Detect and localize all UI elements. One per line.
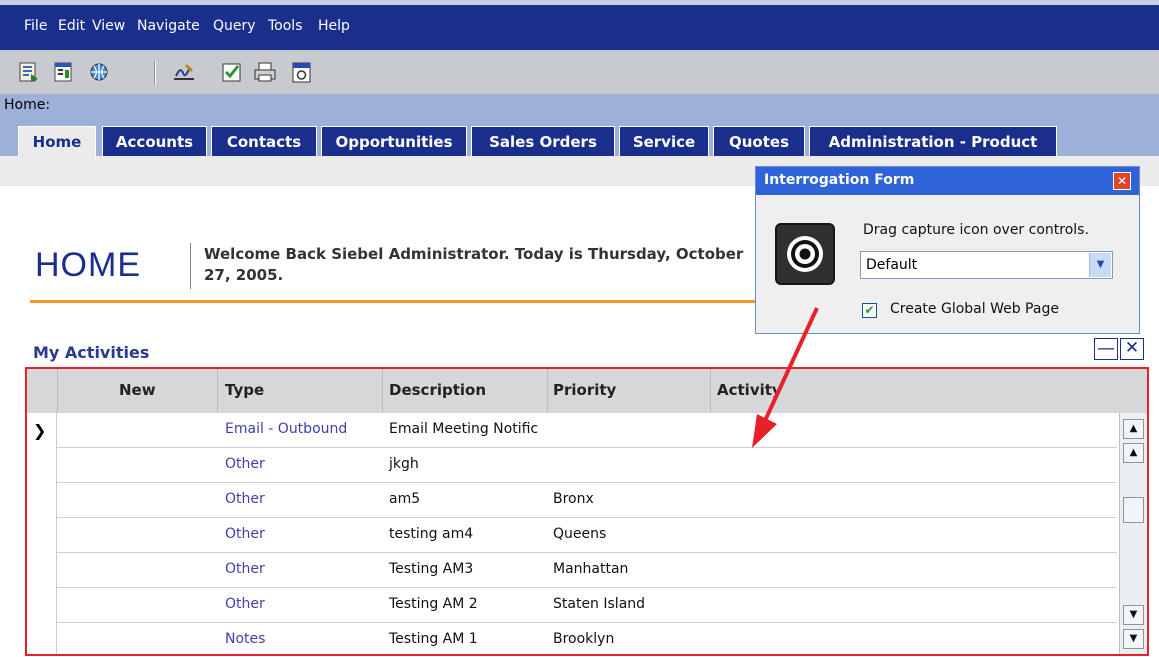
table-row[interactable]: Email - Outbound Email Meeting Notific [57,413,1117,448]
cell-priority: Bronx [553,491,594,507]
scroll-up-icon[interactable]: ▲ [1123,443,1144,463]
cell-description: am5 [389,491,421,507]
cell-priority: Queens [553,526,607,542]
menu-edit[interactable]: Edit [58,18,85,34]
table-row[interactable]: Other testing am4 Queens [57,518,1117,553]
global-web-page-label: Create Global Web Page [890,301,1059,317]
welcome-message: Welcome Back Siebel Administrator. Today… [204,245,744,284]
cell-description: jkgh [389,456,419,472]
menu-bar: File Edit View Navigate Query Tools Help [0,0,1159,50]
tab-home[interactable]: Home [18,126,96,158]
cell-description: Testing AM3 [389,561,474,577]
new-form-icon[interactable] [52,61,76,83]
table-row[interactable]: Other Testing AM 2 Staten Island [57,588,1117,623]
chevron-down-icon[interactable]: ▼ [1089,253,1111,277]
scroll-top-icon[interactable]: ▲ [1123,419,1144,439]
column-activity[interactable]: Activity [717,381,782,399]
menu-navigate[interactable]: Navigate [137,18,200,34]
column-new[interactable]: New [119,381,156,399]
window-titlebar[interactable]: Interrogation Form ✕ [756,167,1139,195]
row-selector-column [27,413,57,654]
minimize-button[interactable]: — [1094,338,1118,360]
scroll-bottom-icon[interactable]: ▼ [1123,629,1144,649]
window-title: Interrogation Form [764,172,915,188]
table-row[interactable]: Other Testing AM3 Manhattan [57,553,1117,588]
title-divider [190,243,191,289]
capture-hint: Drag capture icon over controls. [863,222,1089,238]
cell-type[interactable]: Email - Outbound [225,421,347,437]
tab-opportunities[interactable]: Opportunities [321,126,467,156]
activities-title: My Activities [33,343,150,362]
window-close-icon[interactable]: ✕ [1113,172,1131,190]
calendar-icon[interactable] [290,61,314,83]
tab-sales-orders[interactable]: Sales Orders [471,126,615,156]
signature-icon[interactable] [172,61,196,83]
menu-tools[interactable]: Tools [268,18,303,34]
interrogation-form-window: Interrogation Form ✕ Drag capture icon o… [755,166,1140,334]
scroll-down-icon[interactable]: ▼ [1123,605,1144,625]
cell-description: Testing AM 2 [389,596,478,612]
page-select-value: Default [866,257,918,273]
cell-type[interactable]: Other [225,526,265,542]
capture-target-icon[interactable] [775,223,835,285]
vertical-scrollbar[interactable]: ▲ ▲ ▼ ▼ [1119,413,1147,654]
menu-query[interactable]: Query [213,18,256,34]
tab-service[interactable]: Service [619,126,709,156]
toolbar [0,50,1159,94]
cell-priority: Staten Island [553,596,646,612]
menu-file[interactable]: File [24,18,47,34]
tab-accounts[interactable]: Accounts [102,126,207,156]
cell-description: Email Meeting Notific [389,421,539,437]
header-underline [30,300,860,303]
globe-icon[interactable] [87,61,111,83]
cell-description: Testing AM 1 [389,631,478,647]
toolbar-separator [154,61,156,85]
column-priority[interactable]: Priority [553,381,616,399]
page-title: HOME [35,246,141,284]
cell-type[interactable]: Other [225,456,265,472]
cell-priority: Manhattan [553,561,629,577]
cell-description: testing am4 [389,526,474,542]
tab-contacts[interactable]: Contacts [211,126,317,156]
cell-priority: Brooklyn [553,631,615,647]
scroll-thumb[interactable] [1123,497,1144,523]
column-description[interactable]: Description [389,381,486,399]
table-row[interactable]: Other jkgh [57,448,1117,483]
print-icon[interactable] [253,61,277,83]
cell-type[interactable]: Notes [225,631,265,647]
page-select[interactable]: Default ▼ [860,251,1113,279]
column-type[interactable]: Type [225,381,264,399]
table-row[interactable]: Other am5 Bronx [57,483,1117,518]
tab-administration-product[interactable]: Administration - Product [809,126,1057,156]
breadcrumb: Home: [0,94,1159,120]
close-icon[interactable]: ✕ [1120,338,1144,360]
table-header: New Type Description Priority Activity [27,369,1147,413]
cell-type[interactable]: Other [225,596,265,612]
activities-table: New Type Description Priority Activity ❯… [25,367,1149,656]
cell-type[interactable]: Other [225,561,265,577]
table-row[interactable]: Notes Testing AM 1 Brooklyn [57,623,1117,654]
menu-view[interactable]: View [92,18,125,34]
new-record-icon[interactable] [17,61,41,83]
checklist-icon[interactable] [220,61,244,83]
tab-quotes[interactable]: Quotes [713,126,805,156]
current-row-icon: ❯ [33,421,47,440]
breadcrumb-label: Home: [4,97,51,113]
menu-help[interactable]: Help [318,18,350,34]
cell-type[interactable]: Other [225,491,265,507]
global-web-page-checkbox[interactable]: ✔ [862,303,877,318]
